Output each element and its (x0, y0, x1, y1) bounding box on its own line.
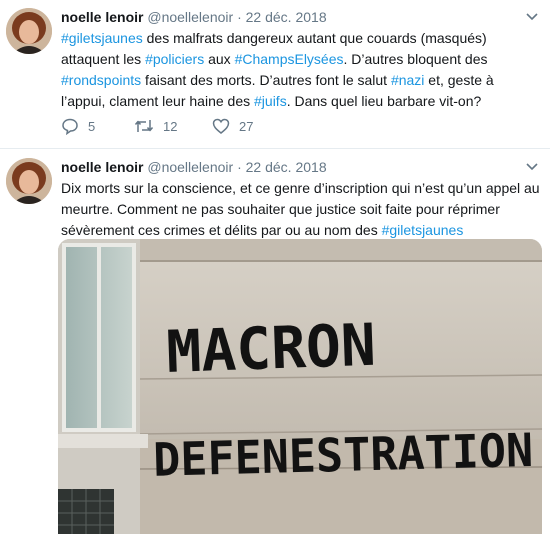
tweet-text-segment: . Dans quel lieu barbare vit-on? (286, 93, 482, 109)
hashtag-link[interactable]: #nazi (391, 72, 424, 88)
hashtag-link[interactable]: #ChampsElysées (235, 51, 344, 67)
like-icon (212, 117, 230, 135)
like-count: 27 (239, 118, 254, 134)
like-button[interactable]: 27 (212, 117, 253, 135)
author-handle[interactable]: @noellelenoir (147, 9, 233, 25)
tweet[interactable]: noelle lenoir @noellelenoir · 22 déc. 20… (0, 0, 550, 149)
hashtag-link[interactable]: #juifs (254, 93, 287, 109)
tweet-photo[interactable]: MACRON DEFENESTRATION (58, 239, 542, 534)
tweet-text-segment: faisant des morts. D’autres font le salu… (141, 72, 391, 88)
hashtag-link[interactable]: #giletsjaunes (61, 30, 143, 46)
graffiti-line2: DEFENESTRATION (153, 423, 534, 487)
author-handle[interactable]: @noellelenoir (147, 159, 233, 175)
tweet-header: noelle lenoir @noellelenoir · 22 déc. 20… (61, 159, 327, 175)
tweet[interactable]: noelle lenoir @noellelenoir · 22 déc. 20… (0, 148, 550, 534)
tweet-text: #giletsjaunes des malfrats dangereux aut… (61, 28, 541, 112)
avatar[interactable] (6, 8, 52, 54)
retweet-icon (134, 117, 154, 135)
author-name[interactable]: noelle lenoir (61, 9, 143, 25)
avatar[interactable] (6, 158, 52, 204)
retweet-count: 12 (163, 118, 178, 134)
hashtag-link[interactable]: #policiers (145, 51, 204, 67)
reply-count: 5 (88, 118, 96, 134)
chevron-down-icon[interactable] (526, 10, 538, 24)
tweet-text: Dix morts sur la conscience, et ce genre… (61, 178, 541, 241)
hashtag-link[interactable]: #giletsjaunes (382, 222, 464, 238)
tweet-date[interactable]: 22 déc. 2018 (246, 9, 327, 25)
author-name[interactable]: noelle lenoir (61, 159, 143, 175)
tweet-date[interactable]: 22 déc. 2018 (246, 159, 327, 175)
graffiti-line1: MACRON (165, 311, 377, 386)
chevron-down-icon[interactable] (526, 160, 538, 174)
reply-icon (61, 117, 79, 135)
reply-button[interactable]: 5 (61, 117, 95, 135)
retweet-button[interactable]: 12 (134, 117, 177, 135)
tweet-text-segment: . D’autres bloquent des (343, 51, 488, 67)
tweet-text-segment: aux (204, 51, 235, 67)
tweet-text-segment: Dix morts sur la conscience, et ce genre… (61, 180, 540, 238)
tweet-header: noelle lenoir @noellelenoir · 22 déc. 20… (61, 9, 327, 25)
separator-dot: · (237, 159, 242, 175)
hashtag-link[interactable]: #rondspoints (61, 72, 141, 88)
separator-dot: · (237, 9, 242, 25)
